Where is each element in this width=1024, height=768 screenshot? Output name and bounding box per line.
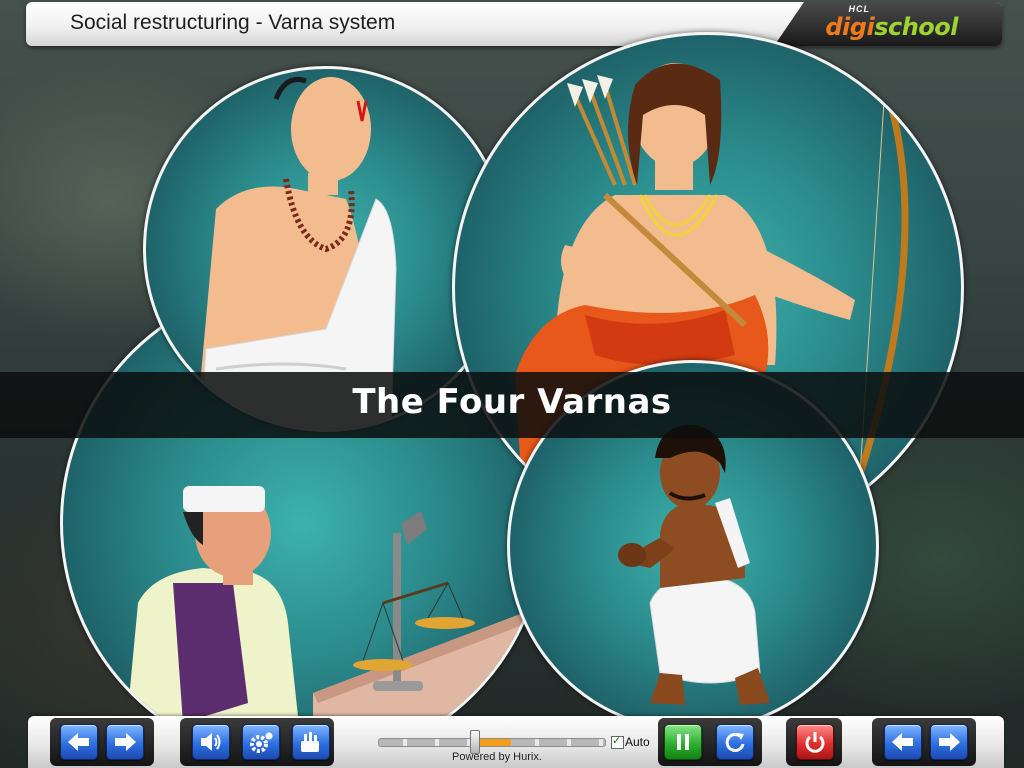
progress-fill	[475, 739, 511, 746]
replay-icon	[725, 732, 745, 752]
logo-digi-text: digi	[825, 13, 875, 41]
replay-button[interactable]	[716, 724, 754, 760]
next-button-left[interactable]	[106, 724, 144, 760]
arrow-left-icon	[892, 733, 913, 751]
logo: HCL digischool	[774, 2, 1002, 46]
toolbox-button[interactable]	[292, 724, 330, 760]
slider-segment	[543, 739, 571, 746]
audio-button[interactable]	[192, 724, 230, 760]
auto-checkbox[interactable]	[611, 734, 624, 749]
slider-segment	[575, 739, 603, 746]
arrow-right-icon	[939, 733, 960, 751]
next-button-right[interactable]	[930, 724, 968, 760]
exit-button[interactable]	[796, 724, 834, 760]
auto-label: Auto	[625, 735, 650, 749]
logo-school-text: school	[874, 13, 958, 41]
pause-button[interactable]	[664, 724, 702, 760]
progress-slider[interactable]	[378, 738, 606, 747]
prev-button-left[interactable]	[60, 724, 98, 760]
speaker-icon	[201, 733, 221, 751]
slide-heading: The Four Varnas	[352, 382, 672, 422]
slider-segment	[411, 739, 439, 746]
slider-segment	[379, 739, 407, 746]
slider-segment	[443, 739, 471, 746]
slider-segment	[511, 739, 539, 746]
page-title: Social restructuring - Varna system	[70, 11, 396, 34]
toolbox-icon	[301, 732, 319, 752]
gear-icon	[250, 732, 273, 753]
arrow-left-icon	[68, 733, 89, 751]
arrow-right-icon	[115, 733, 136, 751]
logo-wordmark: digischool	[825, 13, 958, 41]
power-icon	[805, 732, 825, 753]
title-bar: Social restructuring - Varna system HCL …	[26, 2, 1002, 46]
powered-by-label: Powered by Hurix.	[452, 751, 542, 763]
pause-icon	[677, 734, 689, 750]
prev-button-right[interactable]	[884, 724, 922, 760]
settings-button[interactable]	[242, 724, 280, 760]
